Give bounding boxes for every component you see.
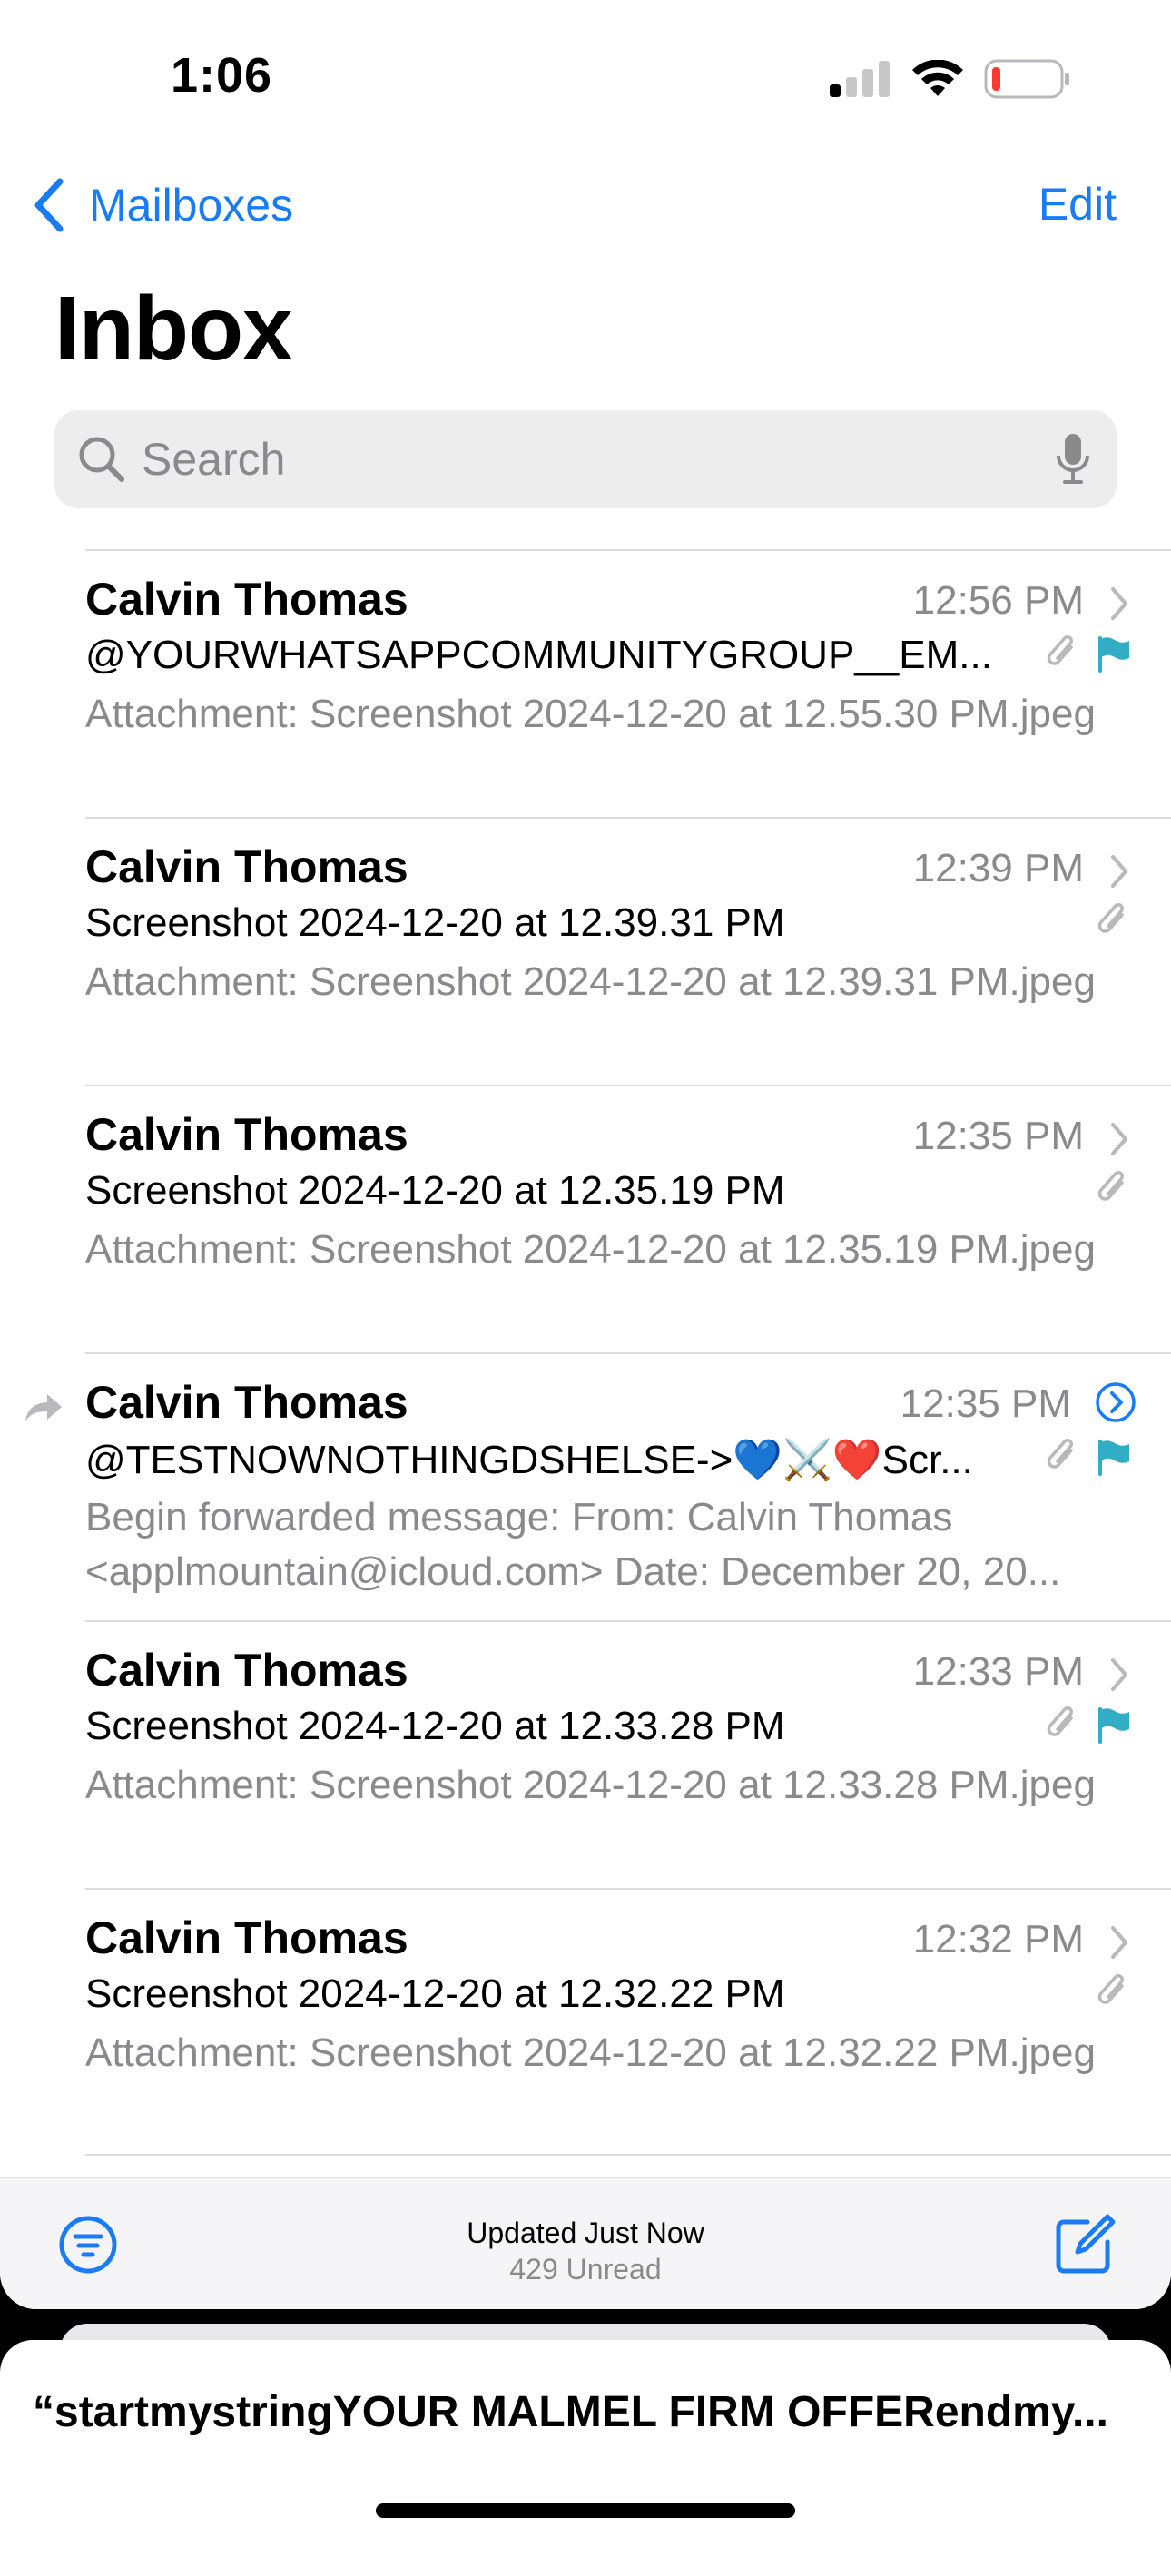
back-to-mailboxes-button[interactable]: Mailboxes: [33, 178, 293, 232]
message-row[interactable]: Calvin Thomas 12:39 PM Screenshot 2024-12…: [0, 817, 1171, 1085]
search-bar[interactable]: [54, 410, 1117, 508]
thread-expand-icon[interactable]: [1095, 1381, 1137, 1423]
attachment-icon: [1047, 1706, 1073, 1736]
battery-low-icon: [984, 59, 1069, 99]
message-sender: Calvin Thomas: [85, 574, 408, 624]
message-preview: Attachment: Screenshot 2024-12-20 at 12.…: [85, 2030, 1096, 2075]
attachment-icon: [1097, 903, 1124, 933]
message-time: 12:39 PM: [912, 846, 1084, 890]
back-label: Mailboxes: [89, 180, 294, 231]
compose-icon[interactable]: [1053, 2213, 1117, 2276]
message-time: 12:35 PM: [912, 1114, 1084, 1158]
message-list: Calvin Thomas 12:56 PM @YOURWHATSAPPCOMMU…: [0, 549, 1171, 2156]
wifi-icon: [912, 60, 963, 96]
message-time: 12:33 PM: [912, 1649, 1084, 1694]
chevron-right-icon: [1111, 1926, 1127, 1959]
bottom-toolbar: Updated Just Now 429 Unread: [0, 2177, 1171, 2309]
microphone-icon[interactable]: [1055, 432, 1091, 487]
message-row[interactable]: Calvin Thomas 12:35 PM Screenshot 2024-12…: [0, 1085, 1171, 1352]
mail-screen: 1:06 Mailboxes Edit Inbox Search Calvin …: [0, 0, 1171, 2309]
forwarded-icon: [25, 1394, 62, 1421]
message-row[interactable]: Calvin Thomas 12:56 PM @YOURWHATSAPPCOMMU…: [0, 549, 1171, 817]
draft-title: “startmystringYOUR MALMEL FIRM OFFERendm…: [33, 2388, 1108, 2436]
status-icons: [830, 56, 1071, 102]
attachment-icon: [1097, 1974, 1124, 2004]
message-subject: Screenshot 2024-12-20 at 12.33.28 PM: [85, 1704, 785, 1748]
message-subject: Screenshot 2024-12-20 at 12.35.19 PM: [85, 1168, 785, 1213]
chevron-right-icon: [1111, 1123, 1127, 1155]
chevron-right-icon: [1111, 587, 1127, 620]
message-subject: Screenshot 2024-12-20 at 12.32.22 PM: [85, 1971, 785, 2016]
flag-icon: [1098, 1440, 1129, 1476]
status-time: 1:06: [171, 48, 273, 103]
message-row[interactable]: Calvin Thomas 12:33 PM Screenshot 2024-12…: [0, 1620, 1171, 1888]
search-icon: [79, 437, 124, 482]
chevron-right-icon: [1111, 855, 1127, 888]
home-indicator[interactable]: [376, 2503, 795, 2518]
edit-button[interactable]: Edit: [1038, 178, 1117, 231]
message-preview: Attachment: Screenshot 2024-12-20 at 12.…: [85, 692, 1096, 736]
message-preview: Begin forwarded message: From: Calvin Th…: [85, 1495, 1061, 1594]
message-subject: @TESTNOWNOTHINGDSHELSE->💙⚔️❤️Scr...: [85, 1438, 973, 1482]
message-row[interactable]: Calvin Thomas 12:32 PM Screenshot 2024-12…: [0, 1888, 1171, 2156]
message-subject: @YOURWHATSAPPCOMMUNITYGROUP__EM...: [85, 633, 992, 677]
attachment-icon: [1097, 1171, 1124, 1201]
message-preview: Attachment: Screenshot 2024-12-20 at 12.…: [85, 1227, 1096, 1272]
minimized-draft[interactable]: “startmystringYOUR MALMEL FIRM OFFERendm…: [0, 2340, 1171, 2576]
message-row[interactable]: Calvin Thomas 12:35 PM @TESTNOWNOTHINGDSH…: [0, 1352, 1171, 1620]
chevron-right-icon: [1111, 1658, 1127, 1691]
unread-count: 429 Unread: [509, 2253, 662, 2286]
message-sender: Calvin Thomas: [85, 1109, 408, 1160]
attachment-icon: [1047, 1439, 1073, 1469]
message-time: 12:32 PM: [912, 1917, 1084, 1961]
message-sender: Calvin Thomas: [85, 1377, 408, 1428]
flag-icon: [1098, 1707, 1129, 1744]
cellular-signal-icon: [830, 61, 890, 97]
message-subject: Screenshot 2024-12-20 at 12.39.31 PM: [85, 900, 785, 945]
message-sender: Calvin Thomas: [85, 841, 408, 892]
search-input[interactable]: [142, 410, 1013, 508]
message-time: 12:35 PM: [900, 1381, 1071, 1426]
message-preview: Attachment: Screenshot 2024-12-20 at 12.…: [85, 959, 1096, 1004]
flag-icon: [1098, 636, 1129, 673]
message-time: 12:56 PM: [912, 578, 1084, 623]
message-sender: Calvin Thomas: [85, 1645, 408, 1696]
page-title: Inbox: [54, 278, 293, 379]
message-preview: Attachment: Screenshot 2024-12-20 at 12.…: [85, 1763, 1096, 1807]
attachment-icon: [1047, 635, 1073, 665]
message-sender: Calvin Thomas: [85, 1912, 408, 1963]
chevron-left-icon: [34, 178, 64, 232]
mailbox-status: Updated Just Now: [467, 2217, 704, 2249]
